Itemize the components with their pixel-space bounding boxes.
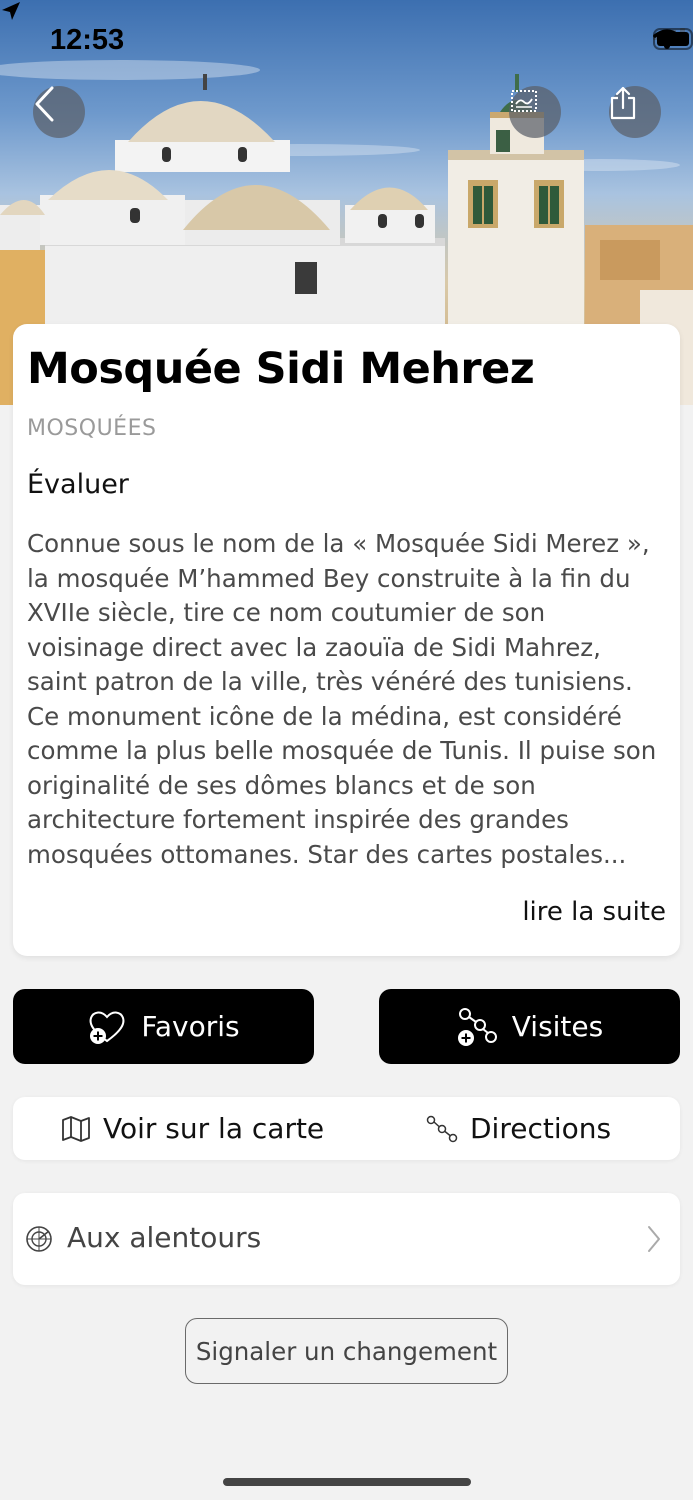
read-more-link[interactable]: lire la suite (522, 897, 666, 927)
location-arrow-icon (2, 2, 20, 20)
favorites-label: Favoris (141, 1010, 240, 1043)
report-change-button[interactable]: Signaler un changement (185, 1318, 508, 1384)
description-line: architecture fortement inspirée des gran… (27, 805, 569, 834)
route-icon (426, 1115, 458, 1142)
description-line: comme la plus belle mosquée de Tunis. Il… (27, 736, 657, 765)
description-line: originalité de ses dômes blancs et de so… (27, 770, 536, 800)
place-category: MOSQUÉES (27, 416, 157, 441)
status-time: 12:53 (50, 24, 125, 56)
nearby-label: Aux alentours (67, 1221, 262, 1254)
description-line: voisinage direct avec la zaouïa de Sidi … (27, 632, 601, 662)
description-line: saint patron de la ville, très vénéré de… (27, 667, 633, 696)
home-indicator[interactable] (223, 1478, 471, 1486)
directions-label: Directions (470, 1112, 612, 1145)
status-bar: 12:53 (0, 0, 693, 80)
directions-button[interactable]: Directions (426, 1097, 611, 1160)
radar-icon (26, 1226, 52, 1252)
map-directions-bar: Voir sur la carte Directions (13, 1097, 680, 1160)
chevron-left-icon (35, 86, 54, 122)
chevron-right-icon (648, 1226, 660, 1252)
back-button[interactable] (33, 86, 85, 138)
place-info-card: Mosquée Sidi Mehrez MOSQUÉES Évaluer Con… (13, 324, 680, 956)
favorites-button[interactable]: Favoris (13, 989, 314, 1064)
description-line: mosquées ottomanes. Star des cartes post… (27, 839, 627, 869)
share-icon (610, 86, 636, 120)
heart-add-icon (89, 1011, 125, 1044)
visits-label: Visites (511, 1010, 604, 1043)
map-icon (62, 1115, 90, 1142)
description-line: Ce monument icône de la médina, est cons… (27, 701, 622, 731)
route-add-icon (457, 1007, 497, 1046)
nearby-row[interactable]: Aux alentours (13, 1193, 680, 1285)
battery-icon (653, 28, 693, 50)
share-button[interactable] (609, 86, 661, 138)
place-description: Connue sous le nom de la « Mosquée Sidi … (27, 527, 672, 872)
postcard-button[interactable] (509, 86, 561, 138)
description-line: la mosquée M’hammed Bey construite à la … (27, 563, 631, 593)
rate-link[interactable]: Évaluer (27, 469, 129, 500)
description-line: XVIIe siècle, tire ce nom coutumier de s… (27, 598, 546, 627)
visits-button[interactable]: Visites (379, 989, 680, 1064)
view-on-map-button[interactable]: Voir sur la carte (61, 1097, 324, 1160)
view-on-map-label: Voir sur la carte (103, 1112, 325, 1145)
postage-stamp-icon (511, 90, 537, 112)
place-title: Mosquée Sidi Mehrez (27, 344, 535, 394)
description-line: Connue sous le nom de la « Mosquée Sidi … (27, 529, 650, 558)
